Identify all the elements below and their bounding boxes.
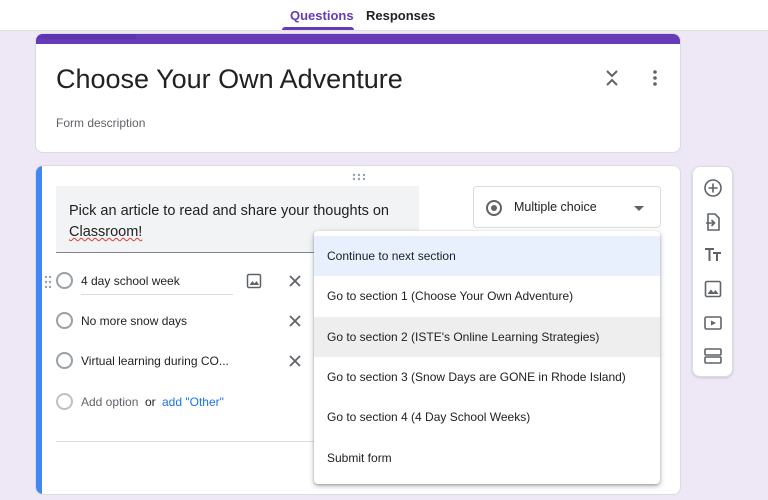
option-radio-icon bbox=[56, 312, 73, 329]
top-tab-bar: Questions Responses bbox=[0, 0, 768, 31]
active-tab-indicator bbox=[282, 27, 354, 30]
menu-item-section-2[interactable]: Go to section 2 (ISTE's Online Learning … bbox=[314, 317, 660, 357]
add-title-icon[interactable] bbox=[703, 245, 723, 265]
go-to-section-menu: Continue to next section Go to section 1… bbox=[314, 231, 660, 484]
question-title-text: Pick an article to read and share your t… bbox=[69, 203, 389, 219]
card-divider bbox=[56, 441, 321, 442]
question-title-text-misspelled: Classroom! bbox=[69, 224, 143, 240]
or-label: or bbox=[145, 395, 156, 409]
import-questions-icon[interactable] bbox=[703, 212, 723, 232]
add-section-icon[interactable] bbox=[703, 346, 723, 366]
option-text-input[interactable]: No more snow days bbox=[81, 314, 187, 328]
menu-item-continue[interactable]: Continue to next section bbox=[314, 236, 660, 276]
question-type-label: Multiple choice bbox=[514, 200, 597, 214]
option-radio-icon bbox=[56, 272, 73, 289]
add-image-icon[interactable] bbox=[703, 279, 723, 299]
option-radio-icon bbox=[56, 393, 73, 410]
menu-item-section-4[interactable]: Go to section 4 (4 Day School Weeks) bbox=[314, 397, 660, 437]
add-video-icon[interactable] bbox=[703, 313, 723, 333]
floating-toolbar bbox=[692, 166, 733, 377]
option-text-input[interactable]: Virtual learning during CO... bbox=[81, 354, 229, 368]
form-description-field[interactable]: Form description bbox=[56, 116, 145, 130]
section-tab bbox=[36, 34, 136, 39]
form-title-card: Choose Your Own Adventure Form descripti… bbox=[35, 33, 681, 153]
menu-item-section-1[interactable]: Go to section 1 (Choose Your Own Adventu… bbox=[314, 276, 660, 316]
add-image-icon[interactable] bbox=[246, 273, 262, 289]
radio-button-icon bbox=[486, 200, 502, 216]
form-title[interactable]: Choose Your Own Adventure bbox=[56, 64, 403, 95]
tab-questions[interactable]: Questions bbox=[290, 8, 354, 23]
option-row: No more snow days bbox=[56, 310, 316, 332]
option-radio-icon bbox=[56, 352, 73, 369]
active-card-accent bbox=[36, 166, 42, 494]
question-type-dropdown[interactable]: Multiple choice bbox=[473, 186, 661, 228]
option-text-input[interactable]: 4 day school week bbox=[81, 274, 180, 288]
option-row: 4 day school week bbox=[56, 270, 316, 292]
tab-responses[interactable]: Responses bbox=[366, 8, 435, 23]
menu-item-section-3[interactable]: Go to section 3 (Snow Days are GONE in R… bbox=[314, 357, 660, 397]
menu-item-submit-form[interactable]: Submit form bbox=[314, 438, 660, 478]
more-vert-icon[interactable] bbox=[652, 70, 658, 86]
option-input-underline bbox=[81, 294, 233, 295]
option-row: Virtual learning during CO... bbox=[56, 350, 316, 372]
collapse-icon[interactable] bbox=[604, 68, 620, 88]
add-option-row: Add option or add "Other" bbox=[56, 391, 316, 413]
add-option-button[interactable]: Add option bbox=[81, 395, 138, 409]
close-icon[interactable] bbox=[288, 314, 302, 328]
close-icon[interactable] bbox=[288, 274, 302, 288]
add-other-link[interactable]: add "Other" bbox=[162, 395, 224, 409]
drag-handle-icon[interactable] bbox=[352, 173, 366, 181]
add-question-icon[interactable] bbox=[703, 178, 723, 198]
close-icon[interactable] bbox=[288, 354, 302, 368]
dropdown-arrow-icon bbox=[634, 206, 644, 211]
option-drag-handle-icon[interactable] bbox=[44, 275, 52, 289]
